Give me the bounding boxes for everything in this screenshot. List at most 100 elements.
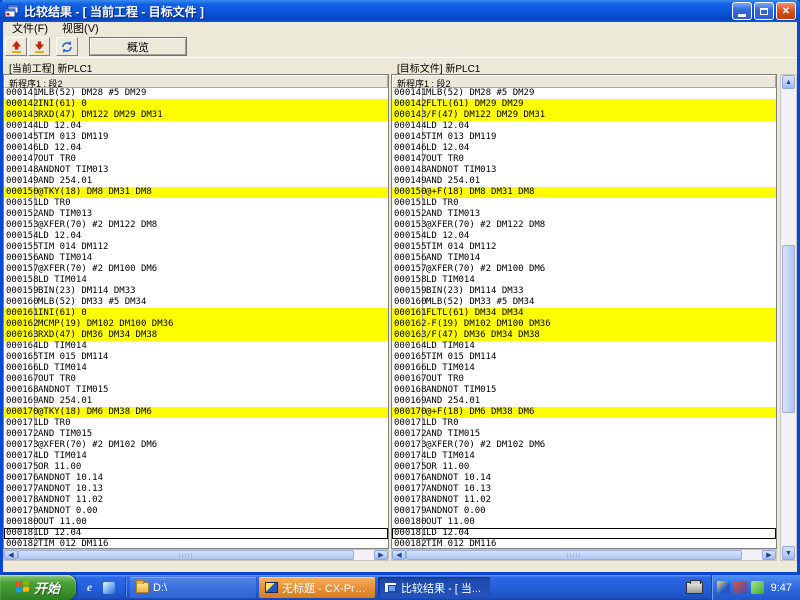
restore-button[interactable] <box>754 2 774 20</box>
scroll-up-arrow-icon[interactable]: ▲ <box>782 75 795 89</box>
code-row[interactable]: 000154LD 12.04 <box>4 231 388 242</box>
code-row[interactable]: 000151LD TR0 <box>4 198 388 209</box>
code-row[interactable]: 000168ANDNOT TIM015 <box>4 385 388 396</box>
code-row[interactable]: 000169AND 254.01 <box>4 396 388 407</box>
code-row[interactable]: 000173@XFER(70) #2 DM102 DM6 <box>4 440 388 451</box>
code-row[interactable]: 000152AND TIM013 <box>392 209 776 220</box>
printer-icon[interactable] <box>686 582 703 594</box>
code-row[interactable]: 000145TIM 013 DM119 <box>392 132 776 143</box>
code-row[interactable]: 000149AND 254.01 <box>4 176 388 187</box>
code-row[interactable]: 000177ANDNOT 10.13 <box>392 484 776 495</box>
code-row[interactable]: 000148ANDNOT TIM013 <box>4 165 388 176</box>
code-row[interactable]: 000157@XFER(70) #2 DM100 DM6 <box>392 264 776 275</box>
code-row[interactable]: 000148ANDNOT TIM013 <box>392 165 776 176</box>
code-row[interactable]: 000156AND TIM014 <box>392 253 776 264</box>
code-row[interactable]: 000171LD TR0 <box>4 418 388 429</box>
code-row[interactable]: 000150@+F(18) DM8 DM31 DM8 <box>392 187 776 198</box>
code-row[interactable]: 000181LD 12.04 <box>392 528 776 539</box>
right-horizontal-scroll-thumb[interactable] <box>406 550 742 560</box>
code-row[interactable]: 000149AND 254.01 <box>392 176 776 187</box>
code-row[interactable]: 000159BIN(23) DM114 DM33 <box>392 286 776 297</box>
code-row[interactable]: 000176ANDNOT 10.14 <box>4 473 388 484</box>
tray-icon-2[interactable] <box>734 581 747 594</box>
code-row[interactable]: 000160MLB(52) DM33 #5 DM34 <box>392 297 776 308</box>
code-row[interactable]: 000175OR 11.00 <box>4 462 388 473</box>
minimize-button[interactable] <box>732 2 752 20</box>
code-row[interactable]: 000144LD 12.04 <box>392 121 776 132</box>
right-horizontal-scrollbar[interactable]: ◀ ▶ <box>391 549 777 561</box>
overview-button[interactable]: 概览 <box>89 37 187 56</box>
code-row[interactable]: 000173@XFER(70) #2 DM102 DM6 <box>392 440 776 451</box>
scroll-left-arrow-icon[interactable]: ◀ <box>4 550 18 560</box>
code-row[interactable]: 000150@TKY(18) DM8 DM31 DM8 <box>4 187 388 198</box>
code-row[interactable]: 000152AND TIM013 <box>4 209 388 220</box>
code-row[interactable]: 000144LD 12.04 <box>4 121 388 132</box>
code-row[interactable]: 000147OUT TR0 <box>4 154 388 165</box>
taskbar-task-button[interactable]: 无标题 - CX-Prog... <box>259 577 375 598</box>
code-row[interactable]: 000166LD TIM014 <box>4 363 388 374</box>
taskbar-task-button[interactable]: 比较结果 - [ 当... <box>378 577 490 598</box>
code-row[interactable]: 000157@XFER(70) #2 DM100 DM6 <box>4 264 388 275</box>
menu-item[interactable]: 视图(V) <box>55 22 106 36</box>
code-row[interactable]: 000156AND TIM014 <box>4 253 388 264</box>
code-row[interactable]: 000158LD TIM014 <box>4 275 388 286</box>
code-row[interactable]: 000174LD TIM014 <box>4 451 388 462</box>
code-row[interactable]: 000147OUT TR0 <box>392 154 776 165</box>
code-row[interactable]: 000169AND 254.01 <box>392 396 776 407</box>
jump-previous-difference-button[interactable] <box>5 37 27 56</box>
code-row[interactable]: 000170@TKY(18) DM6 DM38 DM6 <box>4 407 388 418</box>
code-row[interactable]: 000167OUT TR0 <box>392 374 776 385</box>
code-row[interactable]: 000167OUT TR0 <box>4 374 388 385</box>
code-row[interactable]: 000154LD 12.04 <box>392 231 776 242</box>
code-row[interactable]: 000177ANDNOT 10.13 <box>4 484 388 495</box>
code-row[interactable]: 000179ANDNOT 0.00 <box>392 506 776 517</box>
code-row[interactable]: 000165TIM 015 DM114 <box>4 352 388 363</box>
code-row[interactable]: 000180OUT 11.00 <box>392 517 776 528</box>
close-button[interactable]: ✕ <box>776 2 796 20</box>
left-horizontal-scrollbar[interactable]: ◀ ▶ <box>3 549 389 561</box>
scroll-right-arrow-icon[interactable]: ▶ <box>374 550 388 560</box>
code-row[interactable]: 000143/F(47) DM122 DM29 DM31 <box>392 110 776 121</box>
code-row[interactable]: 000161FLTL(61) DM34 DM34 <box>392 308 776 319</box>
code-row[interactable]: 000165TIM 015 DM114 <box>392 352 776 363</box>
code-row[interactable]: 000175OR 11.00 <box>392 462 776 473</box>
tray-icon-3[interactable] <box>751 581 764 594</box>
code-row[interactable]: 000172AND TIM015 <box>392 429 776 440</box>
internet-explorer-icon[interactable]: e <box>82 580 97 595</box>
code-row[interactable]: 000171LD TR0 <box>392 418 776 429</box>
code-row[interactable]: 000146LD 12.04 <box>4 143 388 154</box>
code-row[interactable]: 000161INI(61) 0 <box>4 308 388 319</box>
jump-next-difference-button[interactable] <box>28 37 50 56</box>
code-row[interactable]: 000155TIM 014 DM112 <box>4 242 388 253</box>
code-row[interactable]: 000141MLB(52) DM28 #5 DM29 <box>392 88 776 99</box>
code-row[interactable]: 000163/F(47) DM36 DM34 DM38 <box>392 330 776 341</box>
refresh-button[interactable] <box>56 37 78 56</box>
code-row[interactable]: 000163RXD(47) DM36 DM34 DM38 <box>4 330 388 341</box>
quick-launch-app-icon[interactable] <box>101 580 116 595</box>
code-row[interactable]: 000146LD 12.04 <box>392 143 776 154</box>
code-row[interactable]: 000145TIM 013 DM119 <box>4 132 388 143</box>
code-row[interactable]: 000180OUT 11.00 <box>4 517 388 528</box>
code-row[interactable]: 000142INI(61) 0 <box>4 99 388 110</box>
code-row[interactable]: 000182TIM 012 DM116 <box>392 539 776 549</box>
left-horizontal-scroll-thumb[interactable] <box>18 550 354 560</box>
start-button[interactable]: 开始 <box>0 575 76 600</box>
scroll-down-arrow-icon[interactable]: ▼ <box>782 546 795 560</box>
code-row[interactable]: 000153@XFER(70) #2 DM122 DM8 <box>392 220 776 231</box>
code-row[interactable]: 000178ANDNOT 11.02 <box>4 495 388 506</box>
code-row[interactable]: 000168ANDNOT TIM015 <box>392 385 776 396</box>
code-row[interactable]: 000141MLB(52) DM28 #5 DM29 <box>4 88 388 99</box>
vertical-scroll-thumb[interactable] <box>782 245 795 413</box>
code-row[interactable]: 000153@XFER(70) #2 DM122 DM8 <box>4 220 388 231</box>
code-row[interactable]: 000176ANDNOT 10.14 <box>392 473 776 484</box>
code-row[interactable]: 000174LD TIM014 <box>392 451 776 462</box>
code-row[interactable]: 000162-F(19) DM102 DM100 DM36 <box>392 319 776 330</box>
menu-item[interactable]: 文件(F) <box>5 22 55 36</box>
code-row[interactable]: 000160MLB(52) DM33 #5 DM34 <box>4 297 388 308</box>
code-row[interactable]: 000172AND TIM015 <box>4 429 388 440</box>
code-row[interactable]: 000170@+F(18) DM6 DM38 DM6 <box>392 407 776 418</box>
tray-icon-1[interactable] <box>717 581 730 594</box>
code-row[interactable]: 000166LD TIM014 <box>392 363 776 374</box>
taskbar-task-button[interactable]: D:\ <box>130 577 256 598</box>
code-row[interactable]: 000182TIM 012 DM116 <box>4 539 388 549</box>
